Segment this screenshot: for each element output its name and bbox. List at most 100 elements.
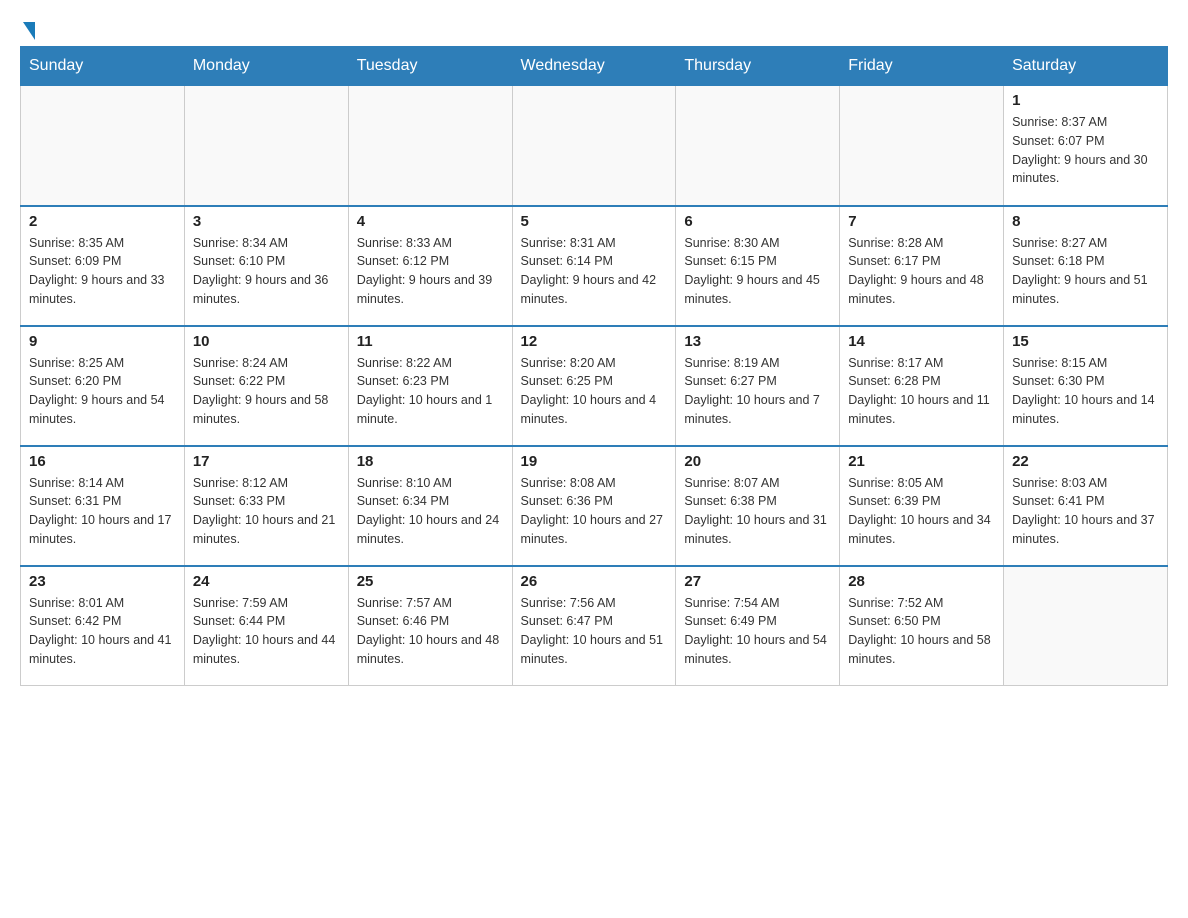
calendar-week-row: 2 Sunrise: 8:35 AMSunset: 6:09 PMDaylight… bbox=[21, 206, 1168, 326]
calendar-week-row: 1 Sunrise: 8:37 AMSunset: 6:07 PMDaylight… bbox=[21, 86, 1168, 206]
calendar-day-cell: 20 Sunrise: 8:07 AMSunset: 6:38 PMDayligh… bbox=[676, 446, 840, 566]
calendar-day-cell: 25 Sunrise: 7:57 AMSunset: 6:46 PMDayligh… bbox=[348, 566, 512, 686]
calendar-day-cell: 13 Sunrise: 8:19 AMSunset: 6:27 PMDayligh… bbox=[676, 326, 840, 446]
day-number: 27 bbox=[684, 573, 831, 590]
calendar-day-cell: 11 Sunrise: 8:22 AMSunset: 6:23 PMDayligh… bbox=[348, 326, 512, 446]
calendar-week-row: 23 Sunrise: 8:01 AMSunset: 6:42 PMDayligh… bbox=[21, 566, 1168, 686]
day-info: Sunrise: 8:30 AMSunset: 6:15 PMDaylight:… bbox=[684, 234, 831, 309]
calendar-day-cell: 22 Sunrise: 8:03 AMSunset: 6:41 PMDayligh… bbox=[1004, 446, 1168, 566]
page-header bbox=[20, 20, 1168, 36]
day-info: Sunrise: 8:33 AMSunset: 6:12 PMDaylight:… bbox=[357, 234, 504, 309]
day-number: 2 bbox=[29, 213, 176, 230]
day-number: 5 bbox=[521, 213, 668, 230]
calendar-day-cell: 6 Sunrise: 8:30 AMSunset: 6:15 PMDaylight… bbox=[676, 206, 840, 326]
day-number: 28 bbox=[848, 573, 995, 590]
calendar-day-cell bbox=[184, 86, 348, 206]
calendar-day-cell: 7 Sunrise: 8:28 AMSunset: 6:17 PMDaylight… bbox=[840, 206, 1004, 326]
day-info: Sunrise: 8:35 AMSunset: 6:09 PMDaylight:… bbox=[29, 234, 176, 309]
day-number: 24 bbox=[193, 573, 340, 590]
day-number: 11 bbox=[357, 333, 504, 350]
calendar-day-cell bbox=[21, 86, 185, 206]
day-info: Sunrise: 8:37 AMSunset: 6:07 PMDaylight:… bbox=[1012, 113, 1159, 188]
calendar-day-cell: 27 Sunrise: 7:54 AMSunset: 6:49 PMDayligh… bbox=[676, 566, 840, 686]
day-info: Sunrise: 8:28 AMSunset: 6:17 PMDaylight:… bbox=[848, 234, 995, 309]
day-info: Sunrise: 8:17 AMSunset: 6:28 PMDaylight:… bbox=[848, 354, 995, 429]
day-number: 23 bbox=[29, 573, 176, 590]
day-number: 13 bbox=[684, 333, 831, 350]
day-info: Sunrise: 7:57 AMSunset: 6:46 PMDaylight:… bbox=[357, 594, 504, 669]
calendar-day-cell bbox=[1004, 566, 1168, 686]
day-info: Sunrise: 8:19 AMSunset: 6:27 PMDaylight:… bbox=[684, 354, 831, 429]
calendar-day-cell: 12 Sunrise: 8:20 AMSunset: 6:25 PMDayligh… bbox=[512, 326, 676, 446]
weekday-header-saturday: Saturday bbox=[1004, 47, 1168, 86]
calendar-day-cell: 8 Sunrise: 8:27 AMSunset: 6:18 PMDaylight… bbox=[1004, 206, 1168, 326]
day-number: 3 bbox=[193, 213, 340, 230]
day-info: Sunrise: 7:54 AMSunset: 6:49 PMDaylight:… bbox=[684, 594, 831, 669]
day-number: 6 bbox=[684, 213, 831, 230]
weekday-header-thursday: Thursday bbox=[676, 47, 840, 86]
day-number: 25 bbox=[357, 573, 504, 590]
day-info: Sunrise: 8:24 AMSunset: 6:22 PMDaylight:… bbox=[193, 354, 340, 429]
day-info: Sunrise: 8:27 AMSunset: 6:18 PMDaylight:… bbox=[1012, 234, 1159, 309]
day-number: 15 bbox=[1012, 333, 1159, 350]
day-number: 7 bbox=[848, 213, 995, 230]
calendar-day-cell: 4 Sunrise: 8:33 AMSunset: 6:12 PMDaylight… bbox=[348, 206, 512, 326]
calendar-day-cell: 23 Sunrise: 8:01 AMSunset: 6:42 PMDayligh… bbox=[21, 566, 185, 686]
calendar-day-cell: 10 Sunrise: 8:24 AMSunset: 6:22 PMDayligh… bbox=[184, 326, 348, 446]
day-info: Sunrise: 7:59 AMSunset: 6:44 PMDaylight:… bbox=[193, 594, 340, 669]
calendar-week-row: 16Sunrise: 8:14 AMSunset: 6:31 PMDayligh… bbox=[21, 446, 1168, 566]
day-info: Sunrise: 8:05 AMSunset: 6:39 PMDaylight:… bbox=[848, 474, 995, 549]
calendar-day-cell bbox=[676, 86, 840, 206]
day-number: 16 bbox=[29, 453, 176, 470]
day-info: Sunrise: 7:56 AMSunset: 6:47 PMDaylight:… bbox=[521, 594, 668, 669]
day-number: 4 bbox=[357, 213, 504, 230]
calendar-day-cell: 15 Sunrise: 8:15 AMSunset: 6:30 PMDayligh… bbox=[1004, 326, 1168, 446]
day-number: 12 bbox=[521, 333, 668, 350]
day-number: 22 bbox=[1012, 453, 1159, 470]
calendar-day-cell: 9 Sunrise: 8:25 AMSunset: 6:20 PMDaylight… bbox=[21, 326, 185, 446]
day-info: Sunrise: 8:08 AMSunset: 6:36 PMDaylight:… bbox=[521, 474, 668, 549]
day-number: 1 bbox=[1012, 92, 1159, 109]
day-number: 14 bbox=[848, 333, 995, 350]
weekday-header-sunday: Sunday bbox=[21, 47, 185, 86]
day-info: Sunrise: 8:34 AMSunset: 6:10 PMDaylight:… bbox=[193, 234, 340, 309]
day-info: Sunrise: 8:22 AMSunset: 6:23 PMDaylight:… bbox=[357, 354, 504, 429]
calendar-day-cell: 14 Sunrise: 8:17 AMSunset: 6:28 PMDayligh… bbox=[840, 326, 1004, 446]
calendar-day-cell: 17 Sunrise: 8:12 AMSunset: 6:33 PMDayligh… bbox=[184, 446, 348, 566]
calendar-day-cell: 2 Sunrise: 8:35 AMSunset: 6:09 PMDaylight… bbox=[21, 206, 185, 326]
day-info: Sunrise: 8:25 AMSunset: 6:20 PMDaylight:… bbox=[29, 354, 176, 429]
calendar-day-cell: 18 Sunrise: 8:10 AMSunset: 6:34 PMDayligh… bbox=[348, 446, 512, 566]
logo bbox=[20, 20, 35, 36]
day-info: Sunrise: 8:15 AMSunset: 6:30 PMDaylight:… bbox=[1012, 354, 1159, 429]
calendar-header-row: SundayMondayTuesdayWednesdayThursdayFrid… bbox=[21, 47, 1168, 86]
calendar-day-cell: 3 Sunrise: 8:34 AMSunset: 6:10 PMDaylight… bbox=[184, 206, 348, 326]
day-info: Sunrise: 8:01 AMSunset: 6:42 PMDaylight:… bbox=[29, 594, 176, 669]
logo-arrow-icon bbox=[23, 22, 35, 40]
calendar-day-cell: 24 Sunrise: 7:59 AMSunset: 6:44 PMDayligh… bbox=[184, 566, 348, 686]
weekday-header-friday: Friday bbox=[840, 47, 1004, 86]
calendar-day-cell: 26Sunrise: 7:56 AMSunset: 6:47 PMDayligh… bbox=[512, 566, 676, 686]
day-info: Sunrise: 8:07 AMSunset: 6:38 PMDaylight:… bbox=[684, 474, 831, 549]
day-number: 10 bbox=[193, 333, 340, 350]
day-number: 9 bbox=[29, 333, 176, 350]
day-number: 18 bbox=[357, 453, 504, 470]
calendar-day-cell: 5 Sunrise: 8:31 AMSunset: 6:14 PMDaylight… bbox=[512, 206, 676, 326]
day-info: Sunrise: 7:52 AMSunset: 6:50 PMDaylight:… bbox=[848, 594, 995, 669]
calendar-day-cell: 21Sunrise: 8:05 AMSunset: 6:39 PMDayligh… bbox=[840, 446, 1004, 566]
calendar-table: SundayMondayTuesdayWednesdayThursdayFrid… bbox=[20, 46, 1168, 686]
weekday-header-tuesday: Tuesday bbox=[348, 47, 512, 86]
calendar-day-cell bbox=[512, 86, 676, 206]
day-info: Sunrise: 8:31 AMSunset: 6:14 PMDaylight:… bbox=[521, 234, 668, 309]
weekday-header-monday: Monday bbox=[184, 47, 348, 86]
calendar-day-cell bbox=[840, 86, 1004, 206]
day-number: 20 bbox=[684, 453, 831, 470]
calendar-day-cell: 28 Sunrise: 7:52 AMSunset: 6:50 PMDayligh… bbox=[840, 566, 1004, 686]
calendar-day-cell: 16Sunrise: 8:14 AMSunset: 6:31 PMDayligh… bbox=[21, 446, 185, 566]
day-info: Sunrise: 8:10 AMSunset: 6:34 PMDaylight:… bbox=[357, 474, 504, 549]
day-info: Sunrise: 8:20 AMSunset: 6:25 PMDaylight:… bbox=[521, 354, 668, 429]
day-number: 8 bbox=[1012, 213, 1159, 230]
day-info: Sunrise: 8:12 AMSunset: 6:33 PMDaylight:… bbox=[193, 474, 340, 549]
day-number: 17 bbox=[193, 453, 340, 470]
calendar-week-row: 9 Sunrise: 8:25 AMSunset: 6:20 PMDaylight… bbox=[21, 326, 1168, 446]
day-info: Sunrise: 8:03 AMSunset: 6:41 PMDaylight:… bbox=[1012, 474, 1159, 549]
